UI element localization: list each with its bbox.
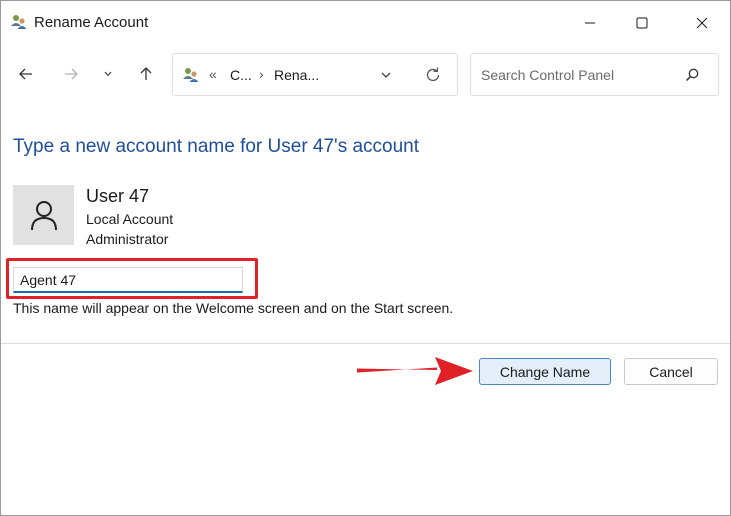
- user-accounts-icon: [183, 68, 199, 82]
- window-title: Rename Account: [34, 14, 149, 31]
- rename-account-window: Rename Account « C... › Rena... Search C…: [0, 0, 731, 516]
- change-name-button[interactable]: Change Name: [479, 358, 611, 385]
- recent-locations-button[interactable]: [95, 59, 121, 89]
- address-dropdown-button[interactable]: [377, 66, 395, 84]
- breadcrumb-item[interactable]: C...: [230, 67, 252, 83]
- refresh-icon: [426, 67, 440, 82]
- search-placeholder[interactable]: Search Control Panel: [481, 67, 614, 83]
- search-box[interactable]: Search Control Panel: [470, 53, 719, 96]
- maximize-button[interactable]: [619, 1, 665, 45]
- close-button[interactable]: [679, 1, 725, 45]
- user-accounts-icon: [11, 15, 27, 29]
- chevron-down-icon: [104, 71, 112, 77]
- account-role: Administrator: [86, 231, 169, 247]
- title-bar: Rename Account: [1, 1, 730, 45]
- hint-text: This name will appear on the Welcome scr…: [13, 300, 454, 316]
- back-button[interactable]: [11, 59, 41, 89]
- up-button[interactable]: [131, 59, 161, 89]
- arrow-up-icon: [140, 67, 152, 80]
- address-bar[interactable]: « C... › Rena...: [172, 53, 458, 96]
- arrow-right-icon: [65, 68, 78, 80]
- account-type: Local Account: [86, 211, 174, 227]
- avatar: [13, 185, 74, 245]
- user-name: User 47: [86, 186, 150, 206]
- page-heading: Type a new account name for User 47's ac…: [13, 136, 420, 157]
- breadcrumb-overflow[interactable]: «: [209, 66, 217, 82]
- divider: [1, 343, 730, 344]
- minimize-icon: [585, 22, 595, 24]
- chevron-down-icon: [381, 72, 391, 78]
- breadcrumb-item[interactable]: Rena...: [274, 67, 319, 83]
- breadcrumb-separator[interactable]: ›: [259, 66, 264, 82]
- search-icon[interactable]: [684, 67, 700, 83]
- close-icon: [696, 17, 708, 29]
- maximize-icon: [636, 17, 648, 29]
- annotation-arrow-icon: [357, 357, 473, 385]
- refresh-button[interactable]: [423, 65, 443, 85]
- new-account-name-input[interactable]: [13, 267, 243, 293]
- arrow-left-icon: [19, 68, 32, 80]
- cancel-button[interactable]: Cancel: [624, 358, 718, 385]
- minimize-button[interactable]: [567, 1, 613, 45]
- forward-button[interactable]: [56, 59, 86, 89]
- user-icon: [30, 201, 57, 231]
